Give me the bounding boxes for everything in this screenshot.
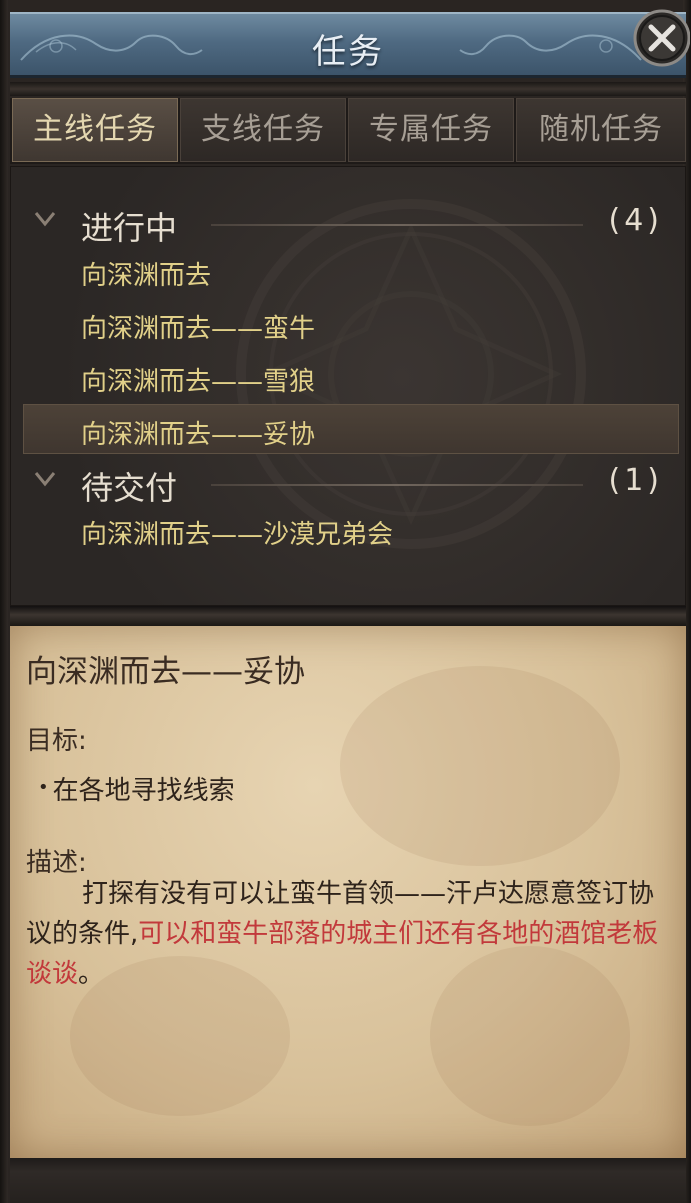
quest-window: 任务 主线任务 支线任务 专属任务 随机任务 进行中 (4) 向深渊而去 向深渊… (0, 0, 691, 1203)
divider (10, 82, 686, 96)
group-header-pending[interactable]: 待交付 (1) (11, 459, 685, 509)
title-bar: 任务 (10, 12, 686, 78)
window-title: 任务 (312, 32, 384, 72)
quest-detail-panel: 向深渊而去——妥协 目标: • 在各地寻找线索 描述: 打探有没有可以让蛮牛首领—… (10, 626, 686, 1158)
quest-item[interactable]: 向深渊而去——蛮牛 (81, 308, 315, 345)
bullet: • (38, 777, 49, 798)
quest-list-panel: 进行中 (4) 向深渊而去 向深渊而去——蛮牛 向深渊而去——雪狼 向深渊而去—… (10, 166, 686, 606)
divider (10, 606, 686, 628)
objective-label: 目标: (26, 726, 87, 756)
objective-item: • 在各地寻找线索 (38, 770, 235, 807)
quest-item-selected[interactable]: 向深渊而去——妥协 (81, 414, 315, 451)
group-divider-line (211, 224, 583, 226)
group-title: 待交付 (81, 469, 178, 507)
bottom-bar (10, 1158, 686, 1203)
close-icon[interactable] (630, 4, 690, 70)
tab-main-quests[interactable]: 主线任务 (12, 98, 178, 162)
description-end: 。 (78, 959, 105, 989)
group-count: (1) (608, 463, 663, 498)
description-text: 打探有没有可以让蛮牛首领——汗卢达愿意签订协议的条件,可以和蛮牛部落的城主们还有… (26, 874, 672, 994)
group-header-in-progress[interactable]: 进行中 (4) (11, 199, 685, 249)
chevron-down-icon (34, 472, 56, 487)
tab-side-quests[interactable]: 支线任务 (180, 98, 346, 162)
tab-random-quests[interactable]: 随机任务 (516, 98, 686, 162)
parchment-stain (340, 666, 620, 866)
objective-text: 在各地寻找线索 (52, 776, 235, 806)
quest-item[interactable]: 向深渊而去 (81, 255, 211, 292)
group-title: 进行中 (81, 209, 178, 247)
tab-bar: 主线任务 支线任务 专属任务 随机任务 (10, 98, 686, 164)
quest-item[interactable]: 向深渊而去——沙漠兄弟会 (81, 514, 393, 551)
quest-detail-title: 向深渊而去——妥协 (26, 654, 305, 690)
tab-exclusive-quests[interactable]: 专属任务 (348, 98, 514, 162)
frame-left-edge (0, 0, 8, 1203)
chevron-down-icon (34, 212, 56, 227)
quest-item[interactable]: 向深渊而去——雪狼 (81, 361, 315, 398)
group-divider-line (211, 484, 583, 486)
group-count: (4) (608, 203, 663, 238)
